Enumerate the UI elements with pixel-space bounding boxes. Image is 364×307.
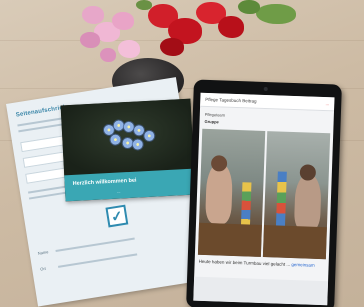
flyer-heading: Seitenaufschrieb <box>15 104 68 119</box>
flyer-text-line <box>55 237 135 253</box>
screen-footer <box>193 276 329 306</box>
tablet-screen: Pflege Tagesbuch Beitrag ... Pflegeteam … <box>193 92 335 306</box>
post-caption: Heute haben wir beim Turmbau viel gelach… <box>199 259 325 269</box>
postcard-photo <box>60 98 195 176</box>
forget-me-not-icon <box>110 134 121 145</box>
camera-icon <box>263 86 268 92</box>
flyer-text-line <box>57 253 138 268</box>
app-title: Pflege Tagesbuch Beitrag <box>205 96 257 104</box>
block-tower <box>240 182 252 229</box>
post-author: Gruppe <box>204 118 219 125</box>
forget-me-not-icon <box>132 139 143 150</box>
table-top <box>262 225 327 260</box>
forget-me-not-icon <box>123 121 135 133</box>
tablet-device: Pflege Tagesbuch Beitrag ... Pflegeteam … <box>186 79 342 307</box>
person-figure <box>293 174 322 231</box>
app-bar: Pflege Tagesbuch Beitrag ... <box>200 92 335 112</box>
person-figure <box>205 162 234 224</box>
caption-link[interactable]: gemeinsam <box>291 262 314 268</box>
post-photo-left[interactable] <box>197 128 266 257</box>
block-tower <box>275 171 287 230</box>
check-mark-icon: ✓ <box>105 204 129 228</box>
forget-me-not-icon <box>103 124 115 136</box>
post-photo-right[interactable] <box>262 131 331 260</box>
postcard-subtitle: ... <box>117 188 121 194</box>
forget-me-not-icon <box>133 125 145 136</box>
forget-me-not-icon <box>122 137 133 149</box>
postcard: Herzlich willkommen bei ... <box>60 98 196 202</box>
caption-text: Heute haben wir beim Turmbau viel gelach… <box>198 258 292 267</box>
forget-me-not-icon <box>113 120 124 131</box>
forget-me-not-icon <box>144 130 155 142</box>
post-meta: Pflegeteam <box>204 111 226 118</box>
app-action-button[interactable]: ... <box>325 101 329 106</box>
table-top <box>197 222 262 257</box>
photo-scene: Seitenaufschrieb ✓ Name Ort Herzlich wil… <box>0 0 364 307</box>
flyer-field-label: Ort <box>39 265 47 272</box>
flyer-field-label: Name <box>37 249 49 256</box>
